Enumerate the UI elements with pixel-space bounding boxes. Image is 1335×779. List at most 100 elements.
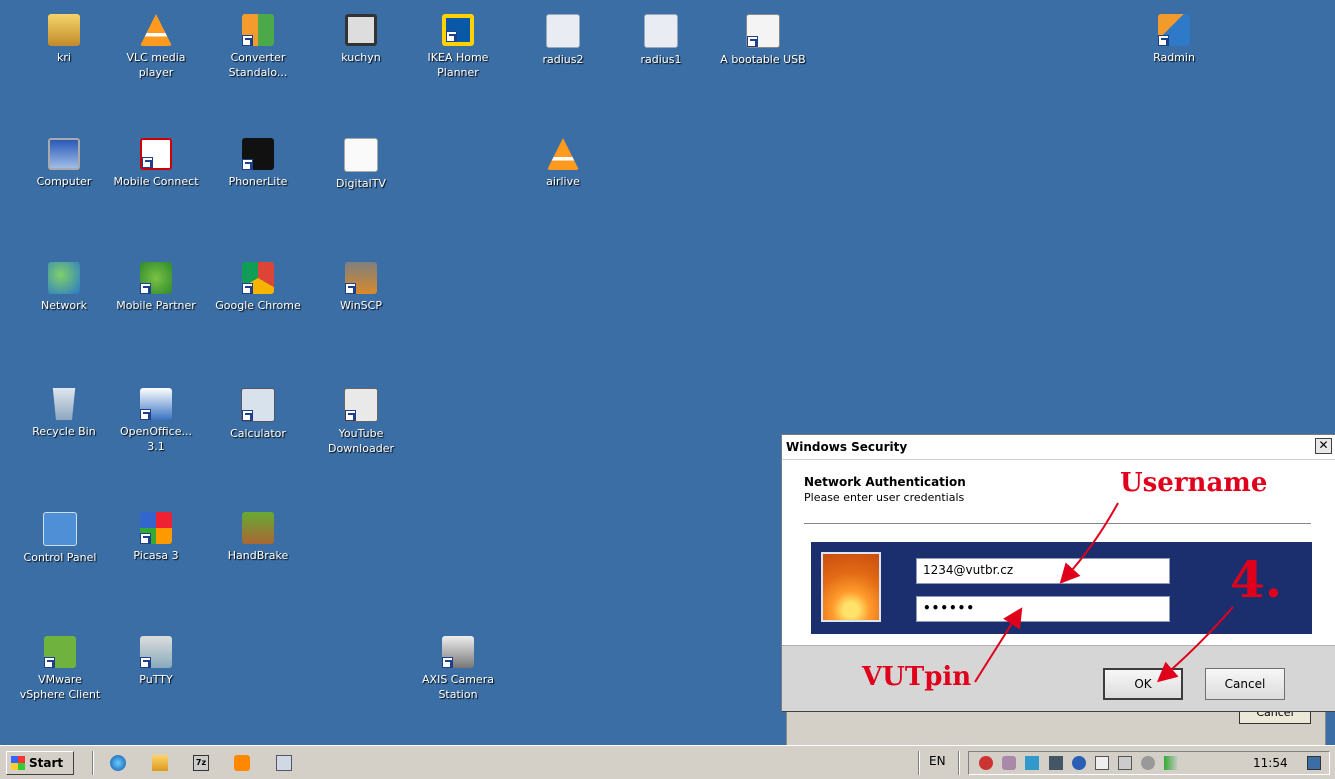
username-field[interactable]: 1234@vutbr.cz — [916, 558, 1170, 584]
desktop-icon-label: YouTube Downloader — [328, 427, 394, 455]
desktop-icon-label: kuchyn — [341, 51, 381, 64]
desktop-icon-label: PuTTY — [139, 673, 173, 686]
taskbar: Start 7z EN 11:54 — [0, 745, 1335, 779]
bluetooth-icon[interactable] — [1072, 756, 1086, 770]
control-panel-icon — [43, 512, 77, 546]
desktop-icon-label: Network — [41, 299, 87, 312]
network-status-icon[interactable] — [1164, 756, 1178, 770]
desktop-icon-axis-camera[interactable]: AXIS Camera Station — [412, 636, 504, 702]
film-icon — [345, 14, 377, 46]
media-player-icon[interactable] — [234, 755, 250, 771]
desktop-icon-ikea[interactable]: IKEA Home Planner — [412, 14, 504, 80]
radmin-icon — [1158, 14, 1190, 46]
desktop-icon-picasa[interactable]: Picasa 3 — [110, 512, 202, 563]
desktop-icon-label: radius1 — [640, 53, 682, 66]
start-label: Start — [29, 756, 64, 770]
openoffice-icon — [140, 388, 172, 420]
tray-app-icon[interactable] — [1049, 756, 1063, 770]
mobile-connect-icon — [140, 138, 172, 170]
desktop-icon-computer[interactable]: Computer — [18, 138, 110, 189]
action-center-flag-icon[interactable] — [1095, 756, 1109, 770]
network-icon — [48, 262, 80, 294]
security-alert-icon[interactable] — [979, 756, 993, 770]
converter-icon — [242, 14, 274, 46]
dialog-title: Windows Security — [786, 440, 908, 454]
desktop-icon-label: airlive — [546, 175, 580, 188]
desktop-icon-label: Mobile Connect — [113, 175, 199, 188]
language-indicator[interactable]: EN — [929, 754, 946, 768]
desktop-icon-kuchyn[interactable]: kuchyn — [315, 14, 407, 65]
desktop-icon-label: Radmin — [1153, 51, 1195, 64]
calculator-icon[interactable] — [276, 755, 292, 771]
desktop-icon-bootable-usb[interactable]: A bootable USB — [713, 14, 813, 67]
desktop-icon-google-chrome[interactable]: Google Chrome — [212, 262, 304, 313]
phone-icon — [242, 138, 274, 170]
desktop-icon-label: Mobile Partner — [116, 299, 196, 312]
desktop-icon-handbrake[interactable]: HandBrake — [212, 512, 304, 563]
desktop-icon-putty[interactable]: PuTTY — [110, 636, 202, 687]
desktop-icon-mobile-connect[interactable]: Mobile Connect — [110, 138, 202, 189]
recycle-bin-icon — [52, 388, 76, 420]
desktop-icon-mobile-partner[interactable]: Mobile Partner — [110, 262, 202, 313]
7zip-icon[interactable]: 7z — [193, 755, 209, 771]
annotation-vutpin: VUTpin — [862, 662, 972, 692]
certificate-icon — [644, 14, 678, 48]
desktop-icon-kri[interactable]: kri — [18, 14, 110, 65]
tray-app-icon[interactable] — [1025, 756, 1039, 770]
folder-icon[interactable] — [152, 755, 168, 771]
dialog-header: Network Authentication Please enter user… — [804, 475, 966, 504]
dialog-titlebar[interactable]: Windows Security ✕ — [782, 435, 1335, 460]
desktop-icon-label: WinSCP — [340, 299, 382, 312]
desktop-icon-label: radius2 — [542, 53, 584, 66]
volume-icon[interactable] — [1141, 756, 1155, 770]
document-icon — [344, 138, 378, 172]
desktop-icon-winscp[interactable]: WinSCP — [315, 262, 407, 313]
desktop-icon-openoffice[interactable]: OpenOffice... 3.1 — [110, 388, 202, 454]
certificate-icon — [546, 14, 580, 48]
desktop-icon-label: OpenOffice... 3.1 — [120, 425, 192, 453]
desktop-icon-radius1[interactable]: radius1 — [615, 14, 707, 67]
user-tile-image — [821, 552, 881, 622]
clock[interactable]: 11:54 — [1253, 756, 1288, 770]
ok-button[interactable]: OK — [1103, 668, 1183, 700]
desktop-icon-phonerlite[interactable]: PhonerLite — [212, 138, 304, 189]
close-button[interactable]: ✕ — [1315, 438, 1332, 454]
desktop-icon-label: Computer — [36, 175, 92, 188]
desktop-icon-label: Calculator — [230, 427, 286, 440]
desktop-icon-calculator[interactable]: Calculator — [212, 388, 304, 441]
desktop-icon-label: Picasa 3 — [133, 549, 179, 562]
start-button[interactable]: Start — [6, 751, 74, 775]
cancel-button[interactable]: Cancel — [1205, 668, 1285, 700]
desktop-icon-vmware[interactable]: VMware vSphere Client — [10, 636, 110, 702]
tray-app-icon[interactable] — [1002, 756, 1016, 770]
mobile-partner-icon — [140, 262, 172, 294]
desktop-icon-digitaltv[interactable]: DigitalTV — [315, 138, 407, 191]
desktop-icon-airlive[interactable]: airlive — [517, 138, 609, 189]
annotation-step-number: 4. — [1230, 550, 1283, 609]
handbrake-icon — [242, 512, 274, 544]
7zip-text: 7z — [195, 758, 207, 767]
desktop-icon-recycle-bin[interactable]: Recycle Bin — [18, 388, 110, 439]
safely-remove-hardware-icon[interactable] — [1118, 756, 1132, 770]
desktop-icon-vlc[interactable]: VLC media player — [110, 14, 202, 80]
dialog-separator — [804, 523, 1311, 524]
desktop-icon-radius2[interactable]: radius2 — [517, 14, 609, 67]
desktop-icon-label: HandBrake — [227, 549, 289, 562]
ie-icon[interactable] — [110, 755, 126, 771]
desktop-icon-youtube-downloader[interactable]: YouTube Downloader — [315, 388, 407, 456]
desktop-icon-radmin[interactable]: Radmin — [1128, 14, 1220, 65]
desktop-icon-converter[interactable]: Converter Standalo... — [212, 14, 304, 80]
desktop-icon-label: Recycle Bin — [32, 425, 96, 438]
computer-icon — [48, 138, 80, 170]
password-field[interactable]: •••••• — [916, 596, 1170, 622]
download-icon — [344, 388, 378, 422]
dialog-subheading: Please enter user credentials — [804, 491, 965, 504]
desktop-icon-label: Google Chrome — [215, 299, 301, 312]
desktop-icon-label: A bootable USB — [720, 53, 806, 66]
calculator-icon — [241, 388, 275, 422]
desktop-icon-label: IKEA Home Planner — [427, 51, 489, 79]
putty-icon — [140, 636, 172, 668]
show-desktop-icon[interactable] — [1307, 756, 1321, 770]
desktop-icon-network[interactable]: Network — [18, 262, 110, 313]
desktop-icon-control-panel[interactable]: Control Panel — [10, 512, 110, 565]
